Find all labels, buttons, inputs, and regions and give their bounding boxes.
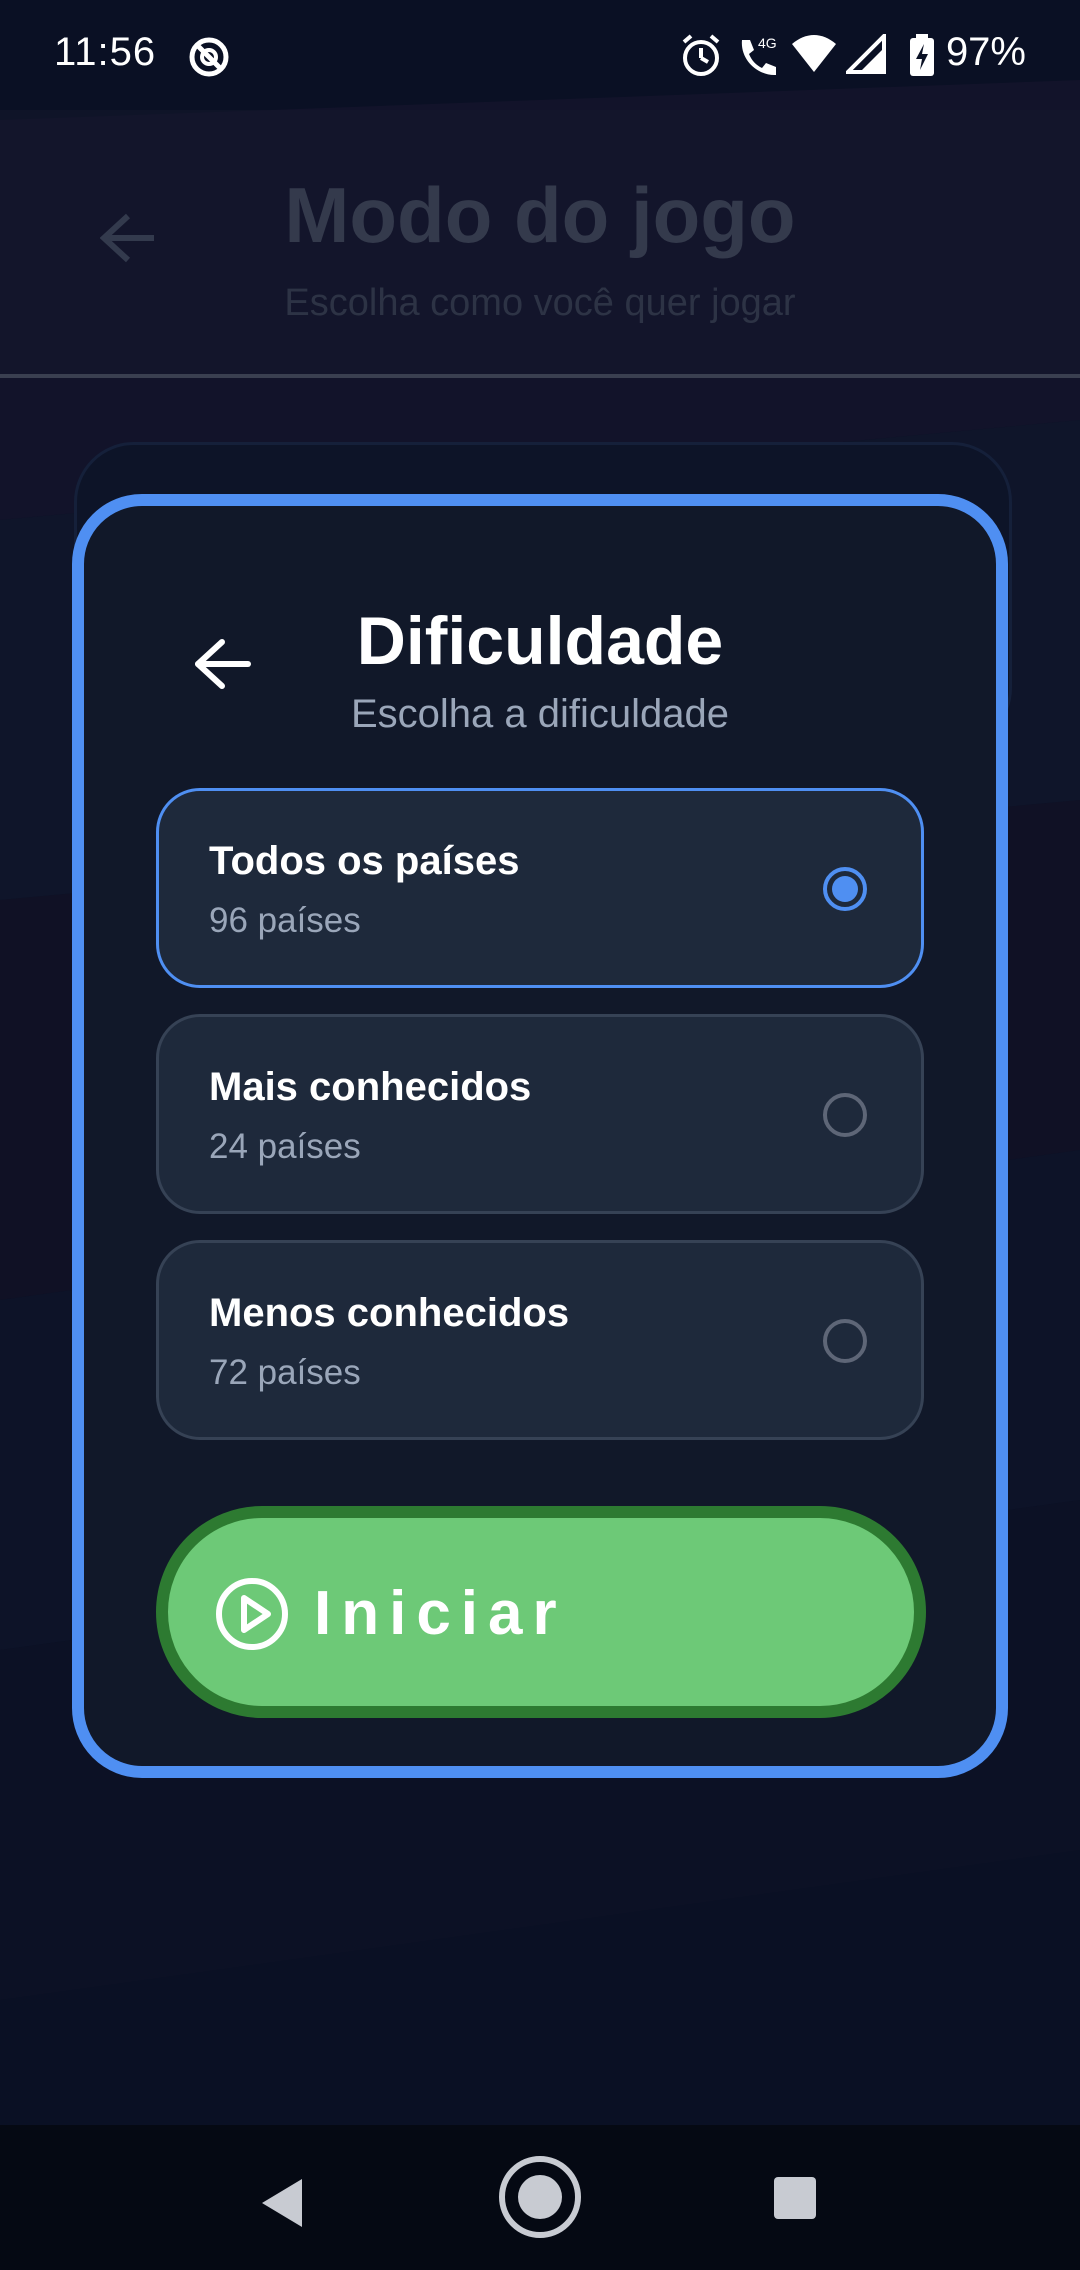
start-button[interactable]: Iniciar (156, 1506, 926, 1718)
home-circle-icon[interactable] (498, 2155, 582, 2244)
signal-icon (843, 31, 886, 79)
radio-button[interactable] (823, 1093, 867, 1137)
background-title: Modo do jogo (284, 171, 796, 259)
network-label: 4G (758, 35, 777, 51)
play-circle-icon (214, 1576, 290, 1652)
status-time: 11:56 (54, 30, 157, 74)
option-mais-conhecidos[interactable]: Mais conhecidos 24 países (156, 1014, 924, 1214)
dialog-title: Dificuldade (356, 603, 724, 679)
option-todos-os-paises[interactable]: Todos os países 96 países (156, 788, 924, 988)
radio-button-selected[interactable] (823, 867, 867, 911)
navigation-bar (0, 2125, 1080, 2270)
option-menos-conhecidos[interactable]: Menos conhecidos 72 países (156, 1240, 924, 1440)
app-screen: 11:56 4G 97% Modo do jogo Escolha como v… (0, 0, 1080, 2270)
start-button-label: Iniciar (314, 1579, 567, 1648)
option-count: 96 países (209, 901, 361, 940)
wifi-call-icon: 4G (734, 34, 780, 83)
option-label: Todos os países (209, 839, 520, 883)
battery-charging-icon (908, 34, 936, 83)
wifi-icon (790, 34, 838, 79)
option-label: Menos conhecidos (209, 1291, 570, 1335)
back-triangle-icon[interactable] (258, 2177, 306, 2234)
radio-button[interactable] (823, 1319, 867, 1363)
dialog-subtitle: Escolha a dificuldade (350, 692, 730, 736)
difficulty-dialog: Dificuldade Escolha a dificuldade Todos … (72, 494, 1008, 1778)
status-bar: 11:56 4G 97% (0, 0, 1080, 110)
sync-icon (186, 34, 232, 85)
background-header: Modo do jogo Escolha como você quer joga… (0, 110, 1080, 378)
recents-square-icon[interactable] (772, 2175, 818, 2226)
option-count: 72 países (209, 1353, 361, 1392)
option-label: Mais conhecidos (209, 1065, 532, 1109)
background-divider (0, 374, 1080, 378)
option-count: 24 países (209, 1127, 361, 1166)
alarm-icon (680, 34, 722, 83)
battery-percentage: 97% (945, 30, 1026, 74)
background-subtitle: Escolha como você quer jogar (284, 282, 796, 324)
